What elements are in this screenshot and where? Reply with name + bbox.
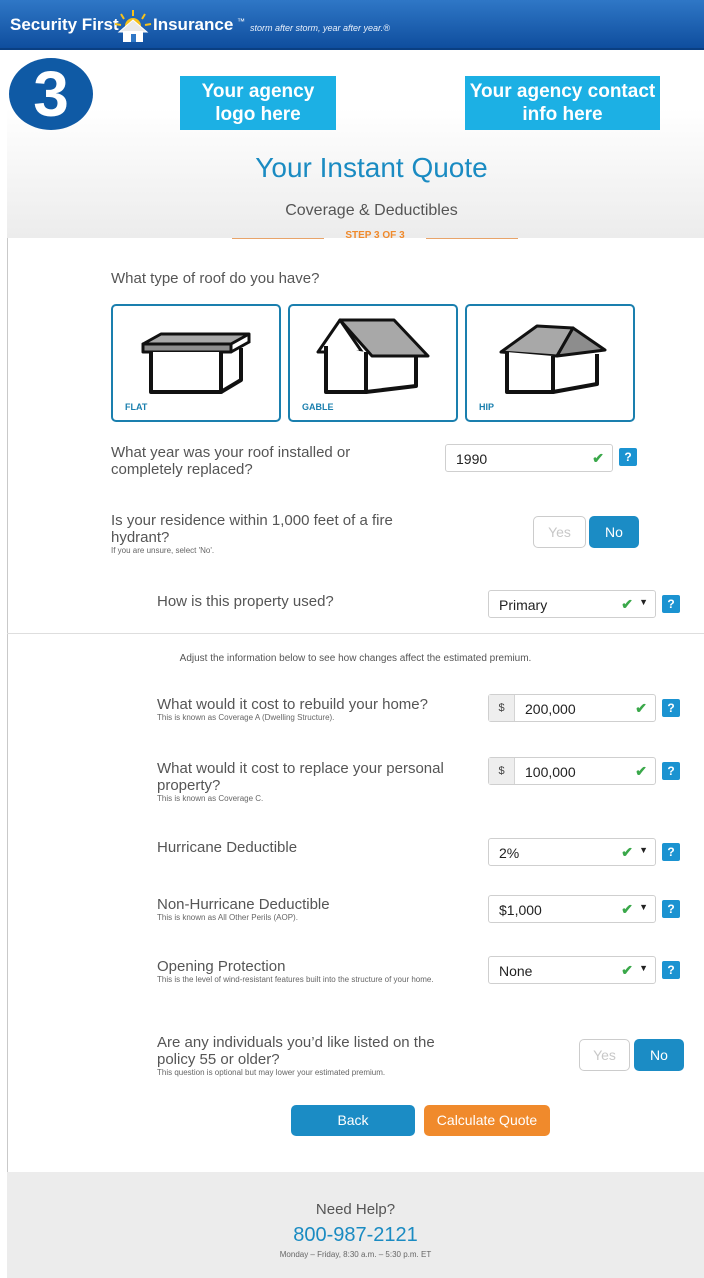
coverage-c-question-text: What would it cost to replace your perso…	[157, 760, 444, 794]
aop-deductible-question-text: Non-Hurricane Deductible	[157, 896, 330, 913]
roof-year-value: 1990	[456, 451, 488, 467]
hydrant-question-text: Is your residence within 1,000 feet of a…	[111, 512, 393, 546]
agency-contact-placeholder: Your agency contact info here	[465, 76, 660, 130]
chevron-down-icon: ▼	[639, 597, 648, 607]
hurricane-deductible-question: Hurricane Deductible	[157, 839, 298, 856]
seniors-question: Are any individuals you’d like listed on…	[157, 1034, 477, 1078]
opening-protection-value: None	[499, 963, 533, 979]
property-use-value: Primary	[499, 597, 548, 613]
coverage-a-input[interactable]: $ 200,000 ✔	[488, 694, 656, 722]
calculate-quote-button[interactable]: Calculate Quote	[424, 1105, 550, 1136]
check-icon: ✔	[635, 763, 647, 779]
help-icon[interactable]: ?	[662, 762, 680, 780]
page-subtitle: Coverage & Deductibles	[285, 202, 458, 219]
hurricane-deductible-value: 2%	[499, 845, 520, 861]
check-icon: ✔	[592, 450, 604, 466]
roof-year-question: What year was your roof installed or com…	[111, 444, 351, 478]
aop-deductible-select[interactable]: $1,000 ✔ ▼	[488, 895, 656, 923]
help-icon[interactable]: ?	[619, 448, 637, 466]
roof-option-label: HIP	[479, 402, 495, 412]
check-icon: ✔	[621, 962, 633, 978]
help-icon[interactable]: ?	[662, 843, 680, 861]
help-hours: Monday – Friday, 8:30 a.m. – 5:30 p.m. E…	[279, 1250, 432, 1259]
coverage-a-question: What would it cost to rebuild your home?…	[157, 696, 477, 723]
brand-name-insurance: Insurance	[153, 15, 234, 34]
coverage-c-value: 100,000	[525, 764, 576, 780]
adjust-note: Adjust the information below to see how …	[179, 653, 532, 664]
check-icon: ✔	[635, 700, 647, 716]
coverage-c-help-text: This is known as Coverage C.	[157, 794, 264, 803]
property-use-question: How is this property used?	[157, 593, 334, 610]
aop-deductible-value: $1,000	[499, 902, 542, 918]
help-title: Need Help?	[315, 1201, 396, 1218]
check-icon: ✔	[621, 901, 633, 917]
seniors-no-button[interactable]: No	[634, 1039, 684, 1071]
opening-protection-select[interactable]: None ✔ ▼	[488, 956, 656, 984]
coverage-a-question-text: What would it cost to rebuild your home?	[157, 696, 428, 713]
roof-option-label: FLAT	[125, 402, 148, 412]
currency-prefix: $	[489, 695, 515, 721]
agency-logo-placeholder: Your agency logo here	[180, 76, 336, 130]
aop-deductible-help-text: This is known as All Other Perils (AOP).	[157, 913, 298, 922]
property-use-select[interactable]: Primary ✔ ▼	[488, 590, 656, 618]
help-icon[interactable]: ?	[662, 699, 680, 717]
opening-protection-question-text: Opening Protection	[157, 958, 286, 975]
chevron-down-icon: ▼	[639, 845, 648, 855]
help-icon[interactable]: ?	[662, 961, 680, 979]
help-icon[interactable]: ?	[662, 595, 680, 613]
step-divider-right	[426, 238, 518, 239]
roof-type-question: What type of roof do you have?	[111, 270, 320, 287]
seniors-question-text: Are any individuals you’d like listed on…	[157, 1034, 435, 1068]
hurricane-deductible-select[interactable]: 2% ✔ ▼	[488, 838, 656, 866]
brand-name: Security First	[10, 15, 119, 34]
help-phone-link[interactable]: 800-987-2121	[7, 1224, 704, 1247]
back-button[interactable]: Back	[291, 1105, 415, 1136]
coverage-c-input[interactable]: $ 100,000 ✔	[488, 757, 656, 785]
help-icon[interactable]: ?	[662, 900, 680, 918]
hydrant-help-text: If you are unsure, select 'No'.	[111, 546, 215, 555]
page-title: Your Instant Quote	[255, 152, 488, 183]
currency-prefix: $	[489, 758, 515, 784]
roof-option-gable[interactable]: GABLE	[288, 304, 458, 422]
seniors-help-text: This question is optional but may lower …	[157, 1068, 386, 1077]
chevron-down-icon: ▼	[639, 963, 648, 973]
roof-option-flat[interactable]: FLAT	[111, 304, 281, 422]
section-divider	[7, 633, 704, 634]
seniors-yes-button[interactable]: Yes	[579, 1039, 630, 1071]
step-indicator: STEP 3 OF 3	[345, 230, 405, 241]
opening-protection-question: Opening Protection This is the level of …	[157, 958, 462, 985]
gable-roof-icon	[316, 318, 430, 394]
check-icon: ✔	[621, 596, 633, 612]
roof-option-hip[interactable]: HIP	[465, 304, 635, 422]
hydrant-yes-button[interactable]: Yes	[533, 516, 586, 548]
hip-roof-icon	[499, 324, 607, 394]
hydrant-question: Is your residence within 1,000 feet of a…	[111, 512, 431, 556]
brand-header: Security First Insurance ™ storm after s…	[0, 0, 704, 50]
opening-protection-help-text: This is the level of wind-resistant feat…	[157, 975, 434, 984]
roof-option-label: GABLE	[302, 402, 334, 412]
check-icon: ✔	[621, 844, 633, 860]
chevron-down-icon: ▼	[639, 902, 648, 912]
hydrant-no-button[interactable]: No	[589, 516, 639, 548]
flat-roof-icon	[141, 332, 251, 394]
coverage-a-help-text: This is known as Coverage A (Dwelling St…	[157, 713, 335, 722]
house-sun-logo-icon	[114, 10, 152, 42]
coverage-a-value: 200,000	[525, 701, 576, 717]
step-divider-left	[232, 238, 324, 239]
brand-tagline: storm after storm, year after year.®	[250, 23, 390, 33]
trademark-mark: ™	[237, 17, 245, 26]
step-number-badge: 3	[9, 58, 93, 130]
aop-deductible-question: Non-Hurricane Deductible This is known a…	[157, 896, 477, 923]
coverage-c-question: What would it cost to replace your perso…	[157, 760, 477, 804]
roof-year-input[interactable]: 1990 ✔	[445, 444, 613, 472]
